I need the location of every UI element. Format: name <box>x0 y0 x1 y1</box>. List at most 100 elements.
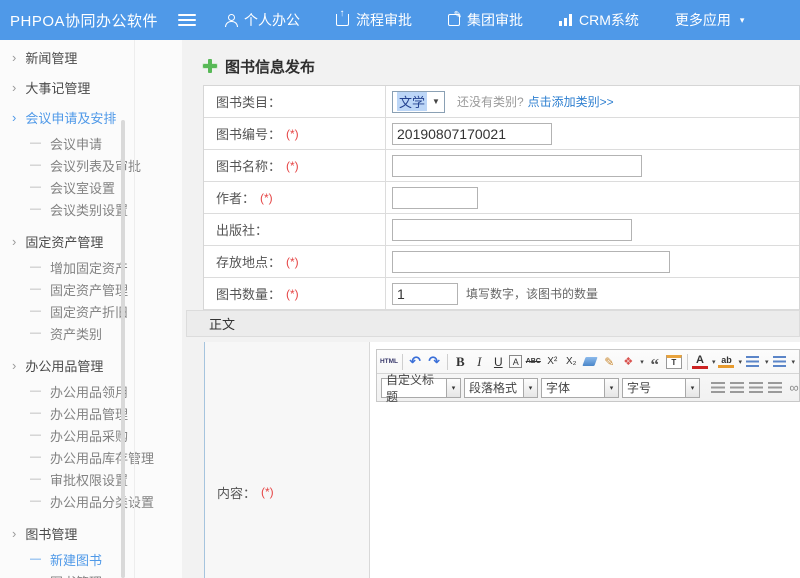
sidebar-item-memorabilia[interactable]: ›大事记管理 <box>0 72 182 102</box>
sidebar-scrollbar[interactable] <box>121 120 125 578</box>
nav-label: CRM系统 <box>579 10 639 30</box>
sidebar-item-label: 审批权限设置 <box>50 470 128 489</box>
sidebar-item-supplies-claim[interactable]: —办公用品领用 <box>0 380 182 402</box>
dash-icon: — <box>30 181 41 193</box>
unordered-list-icon <box>773 356 786 367</box>
dash-icon: — <box>30 553 41 565</box>
caret-down-icon: ▼ <box>432 97 440 106</box>
sidebar-item-approval-permission[interactable]: —审批权限设置 <box>0 468 182 490</box>
book-name-input[interactable] <box>392 155 642 177</box>
underline-button[interactable]: U <box>490 353 506 371</box>
sidebar-item-supplies-purchase[interactable]: —办公用品采购 <box>0 424 182 446</box>
nav-crm-system[interactable]: CRM系统 <box>559 10 639 30</box>
sidebar-item-meeting-apply[interactable]: —会议申请 <box>0 132 182 154</box>
sidebar-item-supplies-category[interactable]: —办公用品分类设置 <box>0 490 182 512</box>
caret-down-icon: ▾ <box>685 379 699 397</box>
caret-down-icon[interactable]: ▾ <box>791 358 795 366</box>
add-category-link[interactable]: 点击添加类别>> <box>528 93 614 110</box>
caret-down-icon[interactable]: ▾ <box>640 358 644 366</box>
location-input[interactable] <box>392 251 670 273</box>
font-family-select[interactable]: 字体 ▾ <box>541 378 619 398</box>
chevron-right-icon: › <box>12 234 16 249</box>
book-no-input[interactable] <box>392 123 552 145</box>
publisher-input[interactable] <box>392 219 632 241</box>
sidebar-item-asset-manage[interactable]: —固定资产管理 <box>0 278 182 300</box>
paragraph-format-select[interactable]: 段落格式 ▾ <box>464 378 538 398</box>
eraser-button[interactable] <box>582 353 598 371</box>
author-input[interactable] <box>392 187 478 209</box>
form-row-book-name: 图书名称： (*) <box>204 150 799 182</box>
sidebar-item-office-supplies[interactable]: ›办公用品管理 <box>0 350 182 380</box>
bold-button[interactable]: B <box>452 353 468 371</box>
sidebar-item-book-management[interactable]: › 图书管理 <box>0 518 182 548</box>
caret-down-icon: ▾ <box>446 379 460 397</box>
sidebar-item-label: 图书管理 <box>25 524 77 543</box>
subscript-button[interactable]: X₂ <box>563 353 579 371</box>
sidebar-item-label: 办公用品管理 <box>50 404 128 423</box>
dash-icon: — <box>30 261 41 273</box>
chevron-right-icon: › <box>12 526 16 541</box>
caret-down-icon[interactable]: ▾ <box>765 358 769 366</box>
sidebar-item-asset-category[interactable]: —资产类别 <box>0 322 182 344</box>
align-right-button[interactable] <box>748 379 764 397</box>
html-source-button[interactable]: HTML <box>381 353 397 371</box>
align-justify-button[interactable] <box>767 379 783 397</box>
unordered-list-button[interactable] <box>771 353 787 371</box>
clean-format-button[interactable]: ✎ <box>601 353 617 371</box>
blockquote-button[interactable]: “ <box>647 353 663 371</box>
caret-down-icon[interactable]: ▾ <box>712 358 716 366</box>
sidebar-item-book-manage[interactable]: —图书管理 <box>0 570 182 578</box>
align-center-button[interactable] <box>729 379 745 397</box>
sidebar-item-label: 办公用品采购 <box>50 426 128 445</box>
category-select[interactable]: 文学 ▼ <box>392 91 445 113</box>
content-editor-row: 内容： (*) HTML ↶ ↷ B I U A ABC <box>204 342 800 578</box>
field-label: 出版社： <box>216 220 268 239</box>
font-size-select[interactable]: 字号 ▾ <box>622 378 700 398</box>
ordered-list-button[interactable] <box>745 353 761 371</box>
quantity-input[interactable] <box>392 283 458 305</box>
sidebar-item-label: 新闻管理 <box>25 48 77 67</box>
italic-button[interactable]: I <box>471 353 487 371</box>
sidebar-item-asset-depreciation[interactable]: —固定资产折旧 <box>0 300 182 322</box>
hamburger-menu-icon[interactable] <box>178 14 196 26</box>
nav-label: 集团审批 <box>467 10 523 30</box>
align-left-icon <box>711 382 725 393</box>
sidebar-item-meeting-category[interactable]: —会议类别设置 <box>0 198 182 220</box>
highlight-color-button[interactable]: ab <box>718 355 734 368</box>
dash-icon: — <box>30 495 41 507</box>
caret-down-icon[interactable]: ▾ <box>738 358 742 366</box>
nav-personal-office[interactable]: 个人办公 <box>224 10 300 30</box>
font-color-button[interactable]: A <box>692 355 708 369</box>
editor-content-area[interactable] <box>376 402 800 578</box>
sidebar-item-fixed-assets[interactable]: ›固定资产管理 <box>0 226 182 256</box>
superscript-button[interactable]: X² <box>544 353 560 371</box>
font-style-button[interactable]: A <box>509 355 522 368</box>
form-row-category: 图书类目： 文学 ▼ 还没有类别? 点击添加类别>> <box>204 86 799 118</box>
custom-heading-select[interactable]: 自定义标题 ▾ <box>381 378 461 398</box>
redo-button[interactable]: ↷ <box>426 353 442 371</box>
align-justify-icon <box>768 382 782 393</box>
sidebar-item-new-book[interactable]: —新建图书 <box>0 548 182 570</box>
paste-text-button[interactable]: T <box>666 355 682 369</box>
sidebar-item-meeting-room[interactable]: —会议室设置 <box>0 176 182 198</box>
nav-workflow-approval[interactable]: 流程审批 <box>336 10 412 30</box>
sidebar-item-news[interactable]: ›新闻管理 <box>0 42 182 72</box>
undo-button[interactable]: ↶ <box>407 353 423 371</box>
sidebar-item-meeting-list[interactable]: —会议列表及审批 <box>0 154 182 176</box>
plus-icon <box>203 59 217 73</box>
align-left-button[interactable] <box>710 379 726 397</box>
insert-link-button[interactable]: ∞ <box>786 379 800 397</box>
form-row-quantity: 图书数量： (*) 填写数字，该图书的数量 <box>204 278 799 310</box>
sidebar-item-supplies-inventory[interactable]: —办公用品库存管理 <box>0 446 182 468</box>
sidebar-item-add-asset[interactable]: —增加固定资产 <box>0 256 182 278</box>
nav-group-approval[interactable]: 集团审批 <box>448 10 523 30</box>
rich-text-editor[interactable]: HTML ↶ ↷ B I U A ABC X² X₂ ✎ <box>370 342 800 578</box>
dash-icon: — <box>30 385 41 397</box>
sidebar-item-label: 固定资产折旧 <box>50 302 128 321</box>
strikethrough-button[interactable]: ABC <box>525 353 541 371</box>
format-painter-button[interactable]: ❖ <box>620 353 636 371</box>
sidebar-item-meeting-management[interactable]: ›会议申请及安排 <box>0 102 182 132</box>
sidebar-item-supplies-manage[interactable]: —办公用品管理 <box>0 402 182 424</box>
nav-more-apps[interactable]: 更多应用 ▾ <box>675 10 745 30</box>
form-row-author: 作者： (*) <box>204 182 799 214</box>
